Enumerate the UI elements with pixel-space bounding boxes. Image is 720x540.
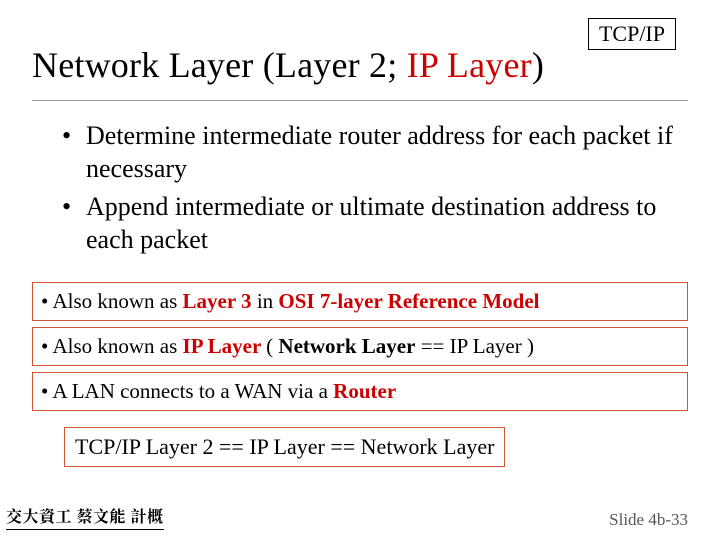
main-bullet-list: Determine intermediate router address fo… xyxy=(32,119,688,256)
bullet-item: Append intermediate or ultimate destinat… xyxy=(62,190,688,257)
note-text: • Also known as xyxy=(41,334,183,358)
corner-label-text: TCP/IP xyxy=(599,21,665,46)
note-text: • A LAN connects to a WAN via a xyxy=(41,379,333,403)
note-text: • Also known as xyxy=(41,289,183,313)
title-part1: Network Layer (Layer 2; xyxy=(32,45,407,85)
corner-label-box: TCP/IP xyxy=(588,18,676,50)
note-text: == IP Layer ) xyxy=(415,334,534,358)
footer: 交大資工 蔡文能 計概 Slide 4b-33 xyxy=(0,504,720,530)
slide-title: Network Layer (Layer 2; IP Layer) xyxy=(32,44,688,86)
footer-left: 交大資工 蔡文能 計概 xyxy=(6,504,164,530)
note-highlight: OSI 7-layer Reference Model xyxy=(278,289,539,313)
note-row: • Also known as Layer 3 in OSI 7-layer R… xyxy=(32,282,688,321)
note-highlight: Layer 3 xyxy=(183,289,252,313)
slide: TCP/IP Network Layer (Layer 2; IP Layer)… xyxy=(0,0,720,540)
bullet-item: Determine intermediate router address fo… xyxy=(62,119,688,186)
equation-box: TCP/IP Layer 2 == IP Layer == Network La… xyxy=(64,427,505,467)
note-row: • A LAN connects to a WAN via a Router xyxy=(32,372,688,411)
note-text: ( xyxy=(266,334,278,358)
equation-text: TCP/IP Layer 2 == IP Layer == Network La… xyxy=(75,434,494,459)
note-highlight: Router xyxy=(333,379,396,403)
title-part2: ) xyxy=(532,45,544,85)
title-ip-layer: IP Layer xyxy=(407,45,532,85)
footer-right: Slide 4b-33 xyxy=(609,510,688,530)
note-highlight: Network Layer xyxy=(278,334,415,358)
note-text: in xyxy=(252,289,279,313)
title-divider xyxy=(32,100,688,101)
note-row: • Also known as IP Layer ( Network Layer… xyxy=(32,327,688,366)
notes-group: • Also known as Layer 3 in OSI 7-layer R… xyxy=(32,282,688,411)
note-highlight: IP Layer xyxy=(183,334,267,358)
